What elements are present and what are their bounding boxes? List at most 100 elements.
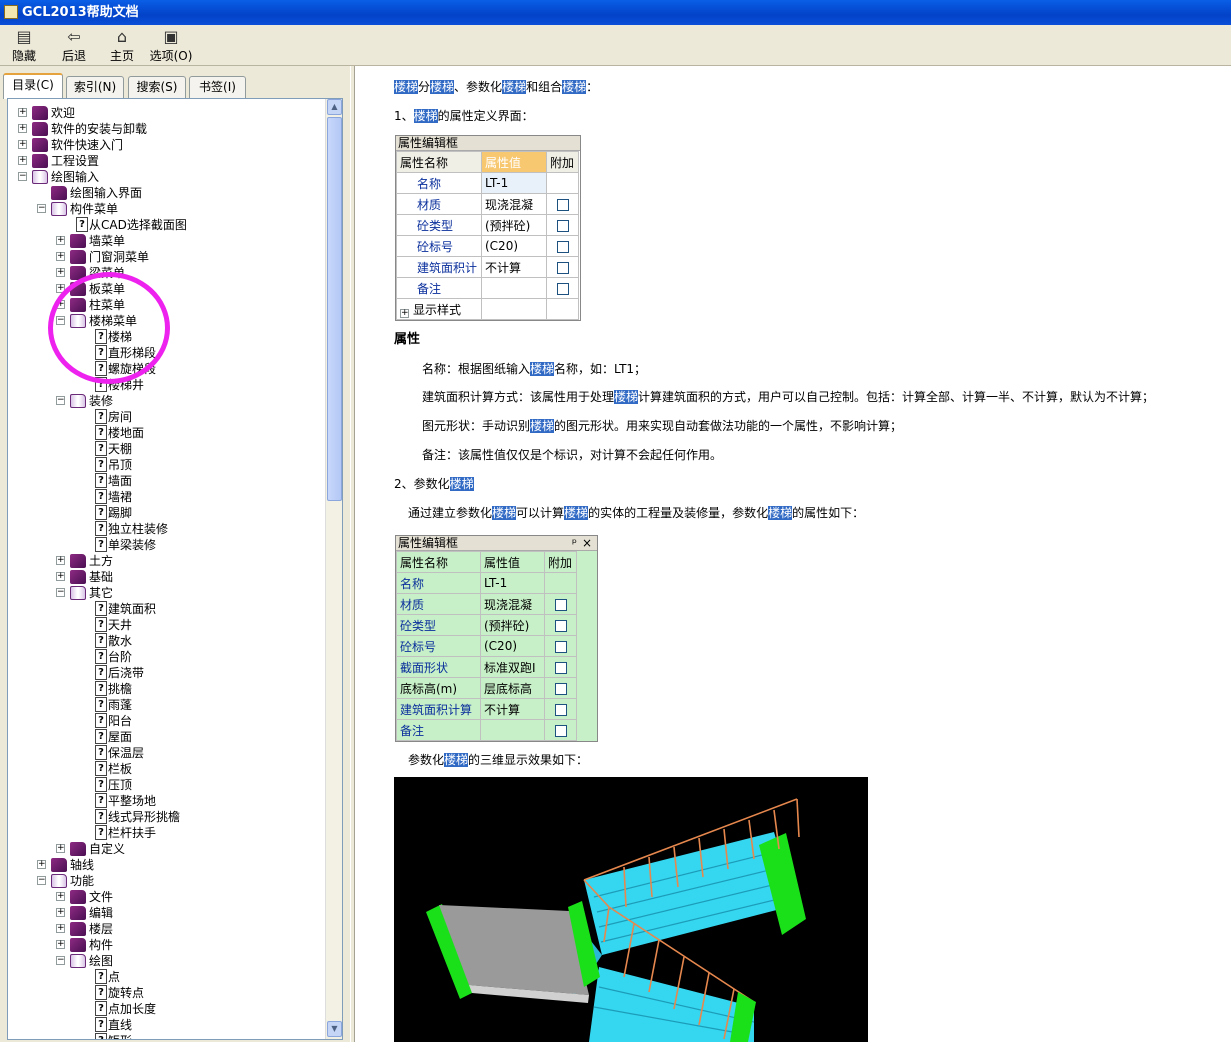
- property-value[interactable]: [481, 277, 547, 299]
- tree-item[interactable]: ? 房间: [8, 409, 318, 425]
- checkbox[interactable]: [556, 198, 569, 211]
- property-row[interactable]: 材质 现浇混凝: [396, 593, 577, 615]
- tree-item[interactable]: ? 楼梯井: [8, 377, 318, 393]
- property-row[interactable]: 建筑面积计算 不计算: [396, 698, 577, 720]
- tree-item[interactable]: ? 直形梯段: [8, 345, 318, 361]
- checkbox[interactable]: [556, 240, 569, 253]
- tree-item[interactable]: + 墙菜单: [8, 233, 318, 249]
- expand-plus-icon[interactable]: +: [18, 140, 27, 149]
- property-value[interactable]: LT-1: [481, 172, 547, 194]
- expand-plus-icon[interactable]: +: [56, 556, 65, 565]
- tree-item[interactable]: ? 保温层: [8, 745, 318, 761]
- property-row[interactable]: 备注: [396, 277, 579, 299]
- expand-plus-icon[interactable]: +: [56, 844, 65, 853]
- expand-plus-icon[interactable]: +: [56, 252, 65, 261]
- checkbox[interactable]: [554, 640, 567, 653]
- expand-plus-icon[interactable]: +: [56, 268, 65, 277]
- property-value[interactable]: (C20): [480, 635, 545, 657]
- tree-item[interactable]: ? 阳台: [8, 713, 318, 729]
- property-value[interactable]: 标准双跑I: [480, 656, 545, 678]
- tree-item[interactable]: ? 楼地面: [8, 425, 318, 441]
- scroll-up-arrow-icon[interactable]: ▲: [327, 99, 342, 115]
- tree-item[interactable]: ? 后浇带: [8, 665, 318, 681]
- property-row[interactable]: 备注: [396, 719, 577, 741]
- property-value[interactable]: [480, 719, 545, 741]
- collapse-minus-icon[interactable]: −: [56, 396, 65, 405]
- property-row[interactable]: 底标高(m) 层底标高: [396, 677, 577, 699]
- tree-item[interactable]: + 楼层: [8, 921, 318, 937]
- tree-item[interactable]: ?矩形: [8, 1033, 318, 1039]
- expand-plus-icon[interactable]: +: [56, 236, 65, 245]
- tree-item[interactable]: + 基础: [8, 569, 318, 585]
- tree-item[interactable]: ? 天井: [8, 617, 318, 633]
- tree-item[interactable]: + 梁菜单: [8, 265, 318, 281]
- tree-item[interactable]: ? 栏杆扶手: [8, 825, 318, 841]
- tree-item[interactable]: ? 吊顶: [8, 457, 318, 473]
- tree-item[interactable]: ? 直线: [8, 1017, 318, 1033]
- expand-plus-icon[interactable]: +: [56, 908, 65, 917]
- tree-item[interactable]: − 其它: [8, 585, 318, 601]
- tree-item[interactable]: ? 点加长度: [8, 1001, 318, 1017]
- property-row[interactable]: 砼类型 (预拌砼): [396, 214, 579, 236]
- property-value[interactable]: 现浇混凝: [480, 593, 545, 615]
- back-button[interactable]: ⇦ 后退: [58, 27, 90, 64]
- property-row[interactable]: 砼标号 (C20): [396, 235, 579, 257]
- tree-item[interactable]: ? 螺旋梯段: [8, 361, 318, 377]
- hide-button[interactable]: ▤ 隐藏: [8, 27, 40, 64]
- tab-index[interactable]: 索引(N): [66, 76, 124, 98]
- tree-item[interactable]: ? 挑檐: [8, 681, 318, 697]
- tree-item[interactable]: + 柱菜单: [8, 297, 318, 313]
- expand-plus-icon[interactable]: +: [56, 300, 65, 309]
- tree-item[interactable]: ? 独立柱装修: [8, 521, 318, 537]
- collapse-minus-icon[interactable]: −: [56, 956, 65, 965]
- expand-plus-icon[interactable]: +: [56, 572, 65, 581]
- tree-item[interactable]: + 门窗洞菜单: [8, 249, 318, 265]
- tree-item[interactable]: ? 台阶: [8, 649, 318, 665]
- tree-item[interactable]: + 轴线: [8, 857, 318, 873]
- tree-item[interactable]: + 板菜单: [8, 281, 318, 297]
- tree-item[interactable]: ? 单梁装修: [8, 537, 318, 553]
- property-row[interactable]: 砼标号 (C20): [396, 635, 577, 657]
- tree-item[interactable]: ? 栏板: [8, 761, 318, 777]
- property-value[interactable]: LT-1: [480, 572, 545, 594]
- tree-item[interactable]: 绘图输入界面: [8, 185, 318, 201]
- tree-item[interactable]: + 文件: [8, 889, 318, 905]
- expand-plus-icon[interactable]: +: [56, 924, 65, 933]
- expand-plus-icon[interactable]: +: [18, 108, 27, 117]
- tree-item[interactable]: ? 建筑面积: [8, 601, 318, 617]
- tree-item[interactable]: ? 楼梯: [8, 329, 318, 345]
- property-row[interactable]: 名称 LT-1: [396, 572, 577, 594]
- property-value[interactable]: 现浇混凝: [481, 193, 547, 215]
- checkbox[interactable]: [554, 724, 567, 737]
- tree-item[interactable]: + 软件的安装与卸载: [8, 121, 318, 137]
- scroll-thumb[interactable]: [327, 117, 342, 501]
- collapse-minus-icon[interactable]: −: [56, 588, 65, 597]
- property-value[interactable]: 不计算: [480, 698, 545, 720]
- options-button[interactable]: ▣ 选项(O): [148, 27, 194, 64]
- tab-contents[interactable]: 目录(C): [3, 73, 63, 99]
- property-value[interactable]: 不计算: [481, 256, 547, 278]
- tree-item[interactable]: ? 压顶: [8, 777, 318, 793]
- checkbox[interactable]: [554, 619, 567, 632]
- expand-plus-icon[interactable]: +: [37, 860, 46, 869]
- tree-item[interactable]: + 自定义: [8, 841, 318, 857]
- tree-item[interactable]: + 欢迎: [8, 105, 318, 121]
- tab-search[interactable]: 搜索(S): [128, 76, 186, 98]
- tree-item[interactable]: + 软件快速入门: [8, 137, 318, 153]
- tab-bookmarks[interactable]: 书签(I): [189, 76, 246, 98]
- tree-item[interactable]: ? 墙面: [8, 473, 318, 489]
- tree-item[interactable]: ? 墙裙: [8, 489, 318, 505]
- property-row[interactable]: 砼类型 (预拌砼): [396, 614, 577, 636]
- tree-item[interactable]: − 绘图输入: [8, 169, 318, 185]
- tree-item[interactable]: ? 散水: [8, 633, 318, 649]
- expand-plus-icon[interactable]: +: [56, 892, 65, 901]
- collapse-minus-icon[interactable]: −: [37, 204, 46, 213]
- tree-item[interactable]: ? 旋转点: [8, 985, 318, 1001]
- tree-item[interactable]: − 楼梯菜单: [8, 313, 318, 329]
- pin-icon[interactable]: ᵖ: [572, 536, 577, 550]
- expand-plus-icon[interactable]: +: [56, 940, 65, 949]
- property-value[interactable]: 层底标高: [480, 677, 545, 699]
- expand-plus-icon[interactable]: +: [56, 284, 65, 293]
- display-style-row[interactable]: + 显示样式: [396, 298, 482, 320]
- collapse-minus-icon[interactable]: −: [56, 316, 65, 325]
